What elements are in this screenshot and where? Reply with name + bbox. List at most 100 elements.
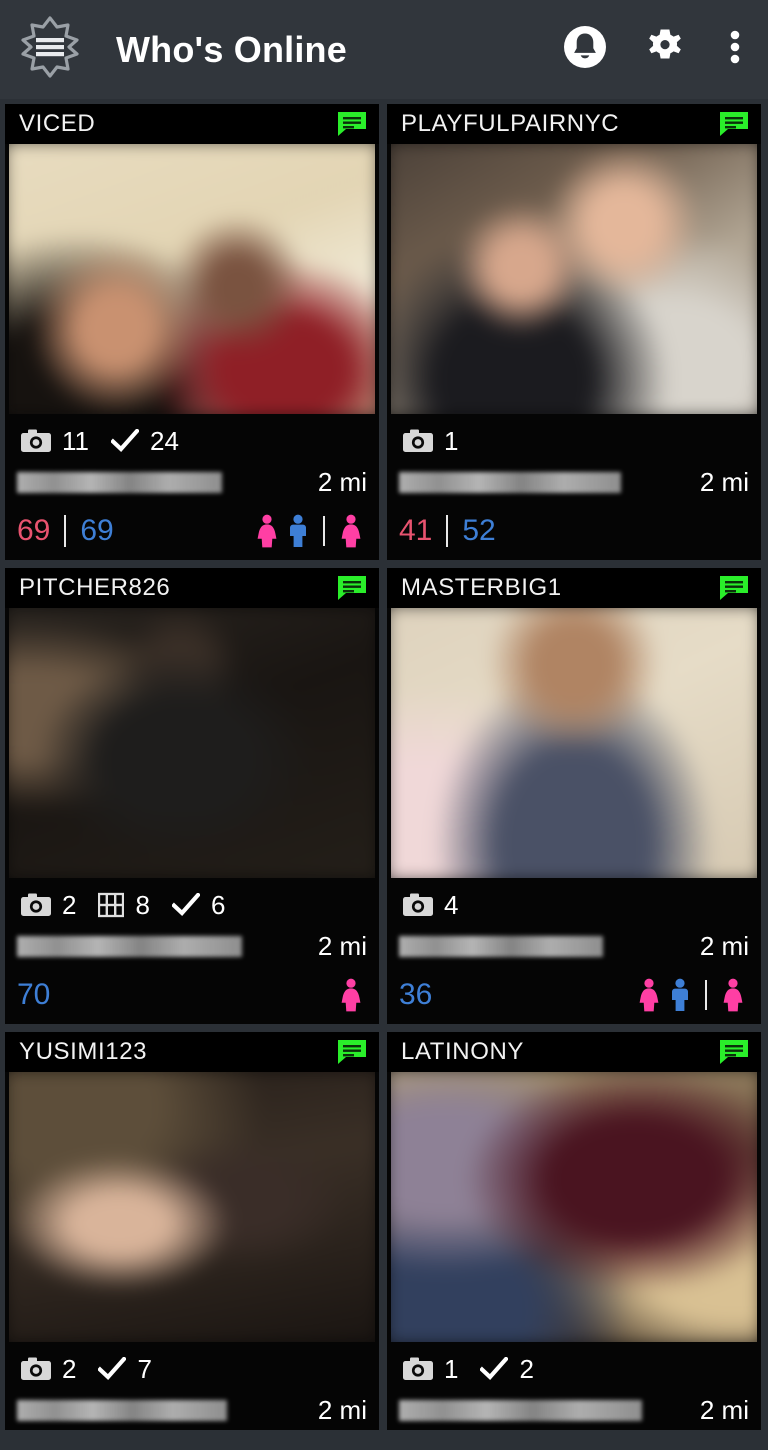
age-value: 52 — [462, 514, 496, 547]
camera-icon — [21, 429, 51, 453]
age-value: 69 — [17, 514, 51, 547]
card-header[interactable]: LATINONY — [387, 1032, 761, 1072]
genders-group — [251, 514, 367, 548]
count-group: 6 — [168, 892, 225, 918]
location-row: 2 mi — [17, 1390, 367, 1430]
chat-bubble-icon[interactable] — [337, 111, 367, 137]
notifications-button[interactable] — [560, 25, 610, 75]
profile-photo[interactable] — [5, 608, 379, 878]
profile-card[interactable]: PLAYFULPAIRNYC 1 2 mi 41 52 — [387, 104, 761, 560]
profile-photo-image — [391, 608, 757, 878]
menu-button[interactable] — [14, 14, 86, 86]
count-group: 24 — [107, 428, 179, 454]
age-divider — [446, 515, 449, 547]
location-redacted — [17, 471, 222, 493]
count-value: 24 — [150, 426, 179, 456]
gender-divider — [323, 516, 325, 546]
location-redacted — [17, 935, 242, 957]
profile-photo[interactable] — [5, 144, 379, 414]
count-value: 2 — [62, 1354, 77, 1384]
age-value: 41 — [399, 514, 433, 547]
age-gender-row: 69 69 — [17, 502, 367, 560]
count-group: 1 — [399, 428, 458, 454]
hamburger-burst-icon — [17, 14, 83, 85]
card-header[interactable]: PITCHER826 — [5, 568, 379, 608]
profile-photo-image — [9, 1072, 375, 1342]
profile-card[interactable]: MASTERBIG1 4 2 mi 36 — [387, 568, 761, 1024]
location-row: 2 mi — [17, 926, 367, 966]
chat-bubble-icon[interactable] — [719, 1039, 749, 1065]
card-meta: 11 24 2 mi 69 69 — [5, 414, 379, 560]
gender-female-icon — [255, 514, 279, 548]
count-group: 11 — [17, 428, 89, 454]
profile-photo[interactable] — [387, 1072, 761, 1342]
camera-icon — [403, 429, 433, 453]
distance-label: 2 mi — [317, 1394, 367, 1425]
count-group: 2 — [17, 892, 76, 918]
count-value: 2 — [62, 890, 77, 920]
page-title: Who's Online — [116, 28, 347, 70]
location-redacted — [17, 1399, 227, 1421]
location-row: 2 mi — [399, 1390, 749, 1430]
profile-grid: VICED 11 24 2 mi 69 69 PLAYFULPAIRNYC 1 2 mi 41 52… — [0, 99, 768, 1430]
distance-label: 2 mi — [699, 466, 749, 497]
genders-group — [335, 978, 367, 1012]
profile-photo-image — [9, 144, 375, 414]
username-label: YUSIMI123 — [19, 1038, 148, 1065]
count-group: 7 — [94, 1354, 152, 1384]
profile-card[interactable]: YUSIMI123 2 7 2 mi — [5, 1032, 379, 1430]
card-meta: 4 2 mi 36 — [387, 878, 761, 1024]
age-gender-row: 41 52 — [399, 502, 749, 560]
card-header[interactable]: VICED — [5, 104, 379, 144]
media-counts-row: 27 — [17, 1348, 367, 1390]
card-meta: 272 mi — [5, 1342, 379, 1430]
chat-bubble-icon[interactable] — [337, 1039, 367, 1065]
count-value: 2 — [519, 1354, 534, 1384]
camera-icon — [21, 1357, 51, 1381]
location-row: 2 mi — [17, 462, 367, 502]
location-redacted — [399, 1399, 642, 1421]
profile-card[interactable]: PITCHER826 2 8 6 2 mi 70 — [5, 568, 379, 1024]
check-icon — [480, 1357, 509, 1381]
age-gender-row: 36 — [399, 966, 749, 1024]
profile-photo[interactable] — [5, 1072, 379, 1342]
count-value: 6 — [210, 890, 226, 920]
ages-group: 36 — [399, 980, 432, 1010]
video-icon — [98, 892, 125, 918]
ages-group: 69 69 — [17, 515, 114, 547]
media-counts-row: 4 — [399, 884, 749, 926]
card-header[interactable]: MASTERBIG1 — [387, 568, 761, 608]
media-counts-row: 1 — [399, 420, 749, 462]
ages-group: 41 52 — [399, 515, 496, 547]
username-label: PITCHER826 — [19, 574, 171, 601]
app-bar: Who's Online — [0, 0, 768, 99]
overflow-menu-button[interactable] — [720, 25, 750, 75]
settings-button[interactable] — [640, 25, 690, 75]
profile-photo-image — [9, 608, 375, 878]
card-header[interactable]: PLAYFULPAIRNYC — [387, 104, 761, 144]
chat-bubble-icon[interactable] — [337, 575, 367, 601]
count-group: 2 — [476, 1354, 534, 1384]
age-divider — [64, 515, 67, 547]
camera-icon — [21, 893, 51, 917]
chat-bubble-icon[interactable] — [719, 111, 749, 137]
count-group: 1 — [399, 1356, 458, 1382]
distance-label: 2 mi — [699, 930, 749, 961]
count-value: 8 — [135, 890, 150, 920]
profile-card[interactable]: LATINONY 1 2 2 mi — [387, 1032, 761, 1430]
profile-photo[interactable] — [387, 608, 761, 878]
bell-icon — [562, 24, 608, 75]
media-counts-row: 11 24 — [17, 420, 367, 462]
username-label: PLAYFULPAIRNYC — [401, 110, 620, 137]
app-bar-actions — [560, 25, 750, 75]
count-value: 7 — [137, 1354, 152, 1384]
check-icon — [98, 1357, 127, 1381]
profile-photo-image — [391, 144, 757, 414]
profile-card[interactable]: VICED 11 24 2 mi 69 69 — [5, 104, 379, 560]
profile-photo[interactable] — [387, 144, 761, 414]
ages-group: 70 — [17, 980, 50, 1010]
card-header[interactable]: YUSIMI123 — [5, 1032, 379, 1072]
gear-icon — [642, 24, 688, 75]
chat-bubble-icon[interactable] — [719, 575, 749, 601]
gender-female-icon — [721, 978, 745, 1012]
